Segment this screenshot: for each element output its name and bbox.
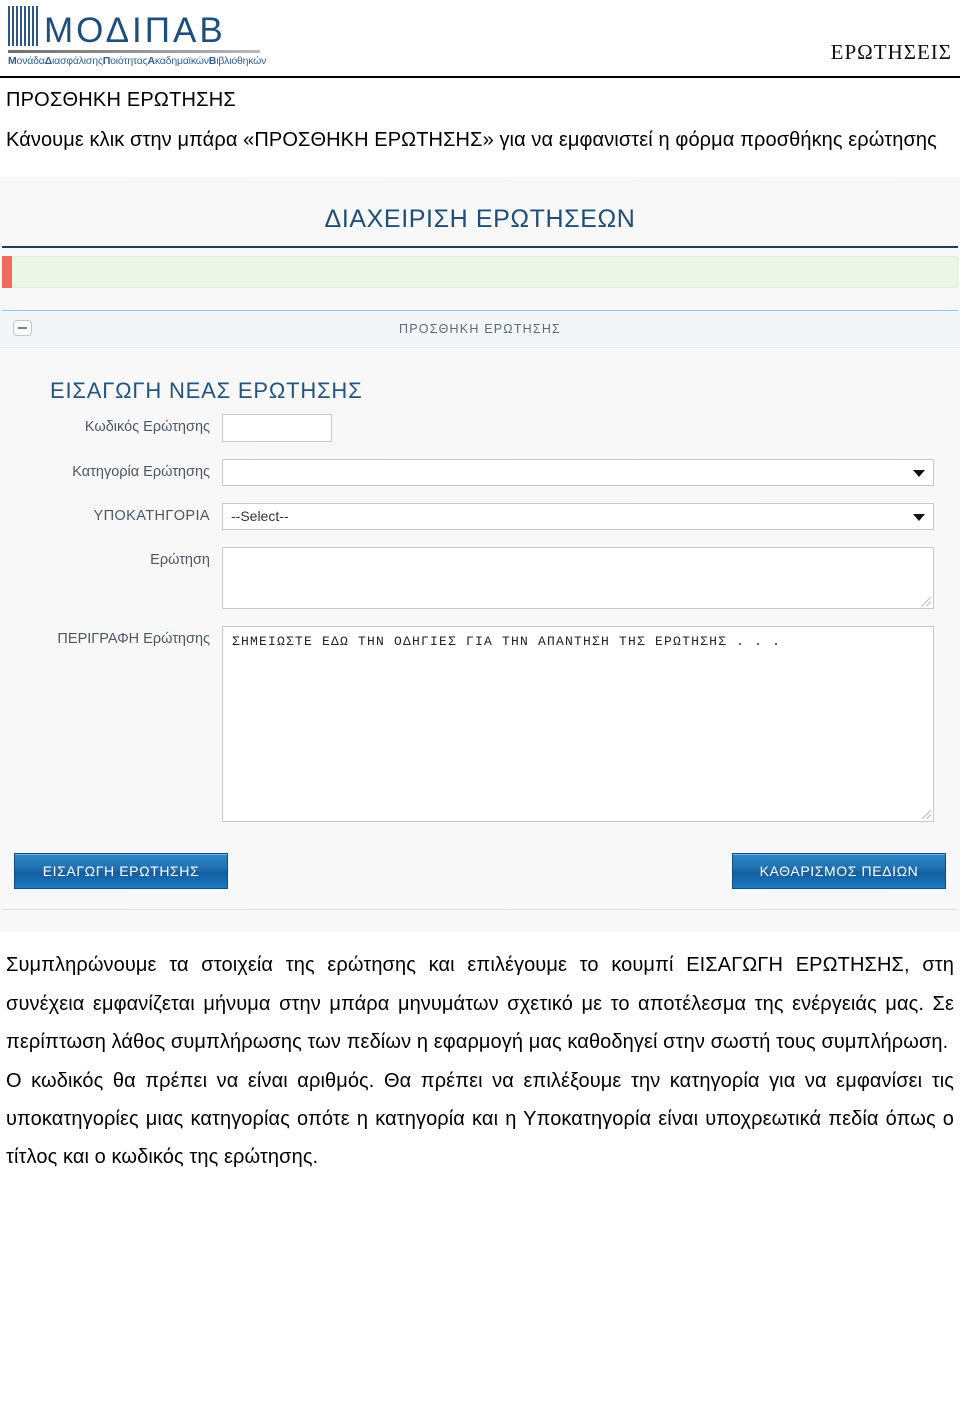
modipab-logo: ΜΟΔΙΠΑΒ ΜονάδαΔιασφάλισηςΠοιότηταςΑκαδημ… (8, 4, 267, 67)
question-category-select[interactable] (222, 459, 934, 487)
label-question-text: Ερώτηση (150, 552, 210, 569)
chevron-down-icon (913, 514, 925, 522)
outro-section: Συμπληρώνουμε τα στοιχεία της ερώτησης κ… (0, 932, 960, 1176)
message-bar (2, 256, 958, 289)
form-actions: ΕΙΣΑΓΩΓΗ ΕΡΩΤΗΣΗΣ ΚΑΘΑΡΙΣΜΟΣ ΠΕΔΙΩΝ (2, 839, 958, 890)
screenshot-bottom-divider (2, 909, 958, 911)
document-header: ΜΟΔΙΠΑΒ ΜονάδαΔιασφάλισηςΠοιότηταςΑκαδημ… (0, 0, 960, 78)
logo-bars-icon (8, 6, 40, 46)
add-question-panel-label: ΠΡΟΣΘΗΚΗ ΕΡΩΤΗΣΗΣ (399, 322, 561, 337)
question-subcategory-value: --Select-- (231, 508, 289, 525)
outro-paragraph-1: Συμπληρώνουμε τα στοιχεία της ερώτησης κ… (6, 954, 954, 1054)
message-bar-marker (2, 256, 12, 289)
logo-mark: ΜΟΔΙΠΑΒ (8, 4, 260, 48)
embedded-app-screenshot: ΔΙΑΧΕΙΡΙΣΗ ΕΡΩΤΗΣΕΩΝ ΠΡΟΣΘΗΚΗ ΕΡΩΤΗΣΗΣ Ε… (0, 177, 960, 933)
intro-paragraph: Κάνουμε κλικ στην μπάρα «ΠΡΟΣΘΗΚΗ ΕΡΩΤΗΣ… (6, 129, 937, 151)
clear-fields-button[interactable]: ΚΑΘΑΡΙΣΜΟΣ ΠΕΔΙΩΝ (732, 853, 946, 890)
label-question-subcategory: ΥΠΟΚΑΤΗΓΟΡΙΑ (93, 508, 210, 525)
resize-grip-icon[interactable] (922, 597, 931, 607)
question-text-area[interactable] (222, 547, 934, 610)
field-row-question-subcategory: ΥΠΟΚΑΤΗΓΟΡΙΑ --Select-- (2, 503, 958, 531)
field-row-question-code: Κωδικός Ερώτησης (2, 414, 958, 443)
chevron-down-icon (913, 470, 925, 478)
field-row-question-category: Κατηγορία Ερώτησης (2, 459, 958, 487)
logo-divider (8, 50, 260, 53)
question-text-value (223, 548, 933, 562)
label-question-code: Κωδικός Ερώτησης (84, 419, 210, 436)
header-divider (0, 76, 960, 78)
form-heading: ΕΙΣΑΓΩΓΗ ΝΕΑΣ ΕΡΩΤΗΣΗΣ (50, 378, 363, 404)
logo-subtitle: ΜονάδαΔιασφάλισηςΠοιότηταςΑκαδημαϊκώνΒιβ… (8, 55, 267, 67)
add-question-panel-header[interactable]: ΠΡΟΣΘΗΚΗ ΕΡΩΤΗΣΗΣ (0, 311, 960, 349)
minus-icon[interactable] (13, 320, 32, 337)
add-question-form: ΕΙΣΑΓΩΓΗ ΝΕΑΣ ΕΡΩΤΗΣΗΣ Κωδικός Ερώτησης … (0, 348, 960, 890)
question-description-value: ΣΗΜΕΙΩΣΤΕ ΕΔΩ ΤΗΝ ΟΔΗΓΙΕΣ ΓΙΑ ΤΗΝ ΑΠΑΝΤΗ… (232, 634, 782, 650)
field-row-question-description: ΠΕΡΙΓΡΑΦΗ Ερώτησης ΣΗΜΕΙΩΣΤΕ ΕΔΩ ΤΗΝ ΟΔΗ… (2, 626, 958, 823)
resize-grip-icon[interactable] (922, 810, 931, 820)
label-question-category: Κατηγορία Ερώτησης (72, 464, 210, 481)
header-section-label: ΕΡΩΤΗΣΕΙΣ (830, 40, 952, 64)
intro-section: ΠΡΟΣΘΗΚΗ ΕΡΩΤΗΣΗΣ Κάνουμε κλικ στην μπάρ… (0, 78, 960, 159)
question-description-area[interactable]: ΣΗΜΕΙΩΣΤΕ ΕΔΩ ΤΗΝ ΟΔΗΓΙΕΣ ΓΙΑ ΤΗΝ ΑΠΑΝΤΗ… (222, 626, 934, 823)
app-page-title: ΔΙΑΧΕΙΡΙΣΗ ΕΡΩΤΗΣΕΩΝ (324, 205, 636, 234)
question-code-input[interactable] (222, 414, 332, 443)
outro-paragraph-2: Ο κωδικός θα πρέπει να είναι αριθμός. Θα… (6, 1069, 954, 1169)
submit-question-button[interactable]: ΕΙΣΑΓΩΓΗ ΕΡΩΤΗΣΗΣ (14, 853, 228, 890)
question-subcategory-select[interactable]: --Select-- (222, 503, 934, 531)
logo-wordmark: ΜΟΔΙΠΑΒ (44, 11, 226, 50)
page-title: ΠΡΟΣΘΗΚΗ ΕΡΩΤΗΣΗΣ (6, 89, 236, 111)
label-question-description: ΠΕΡΙΓΡΑΦΗ Ερώτησης (57, 631, 210, 648)
field-row-question-text: Ερώτηση (2, 547, 958, 610)
app-title-divider (2, 246, 958, 249)
